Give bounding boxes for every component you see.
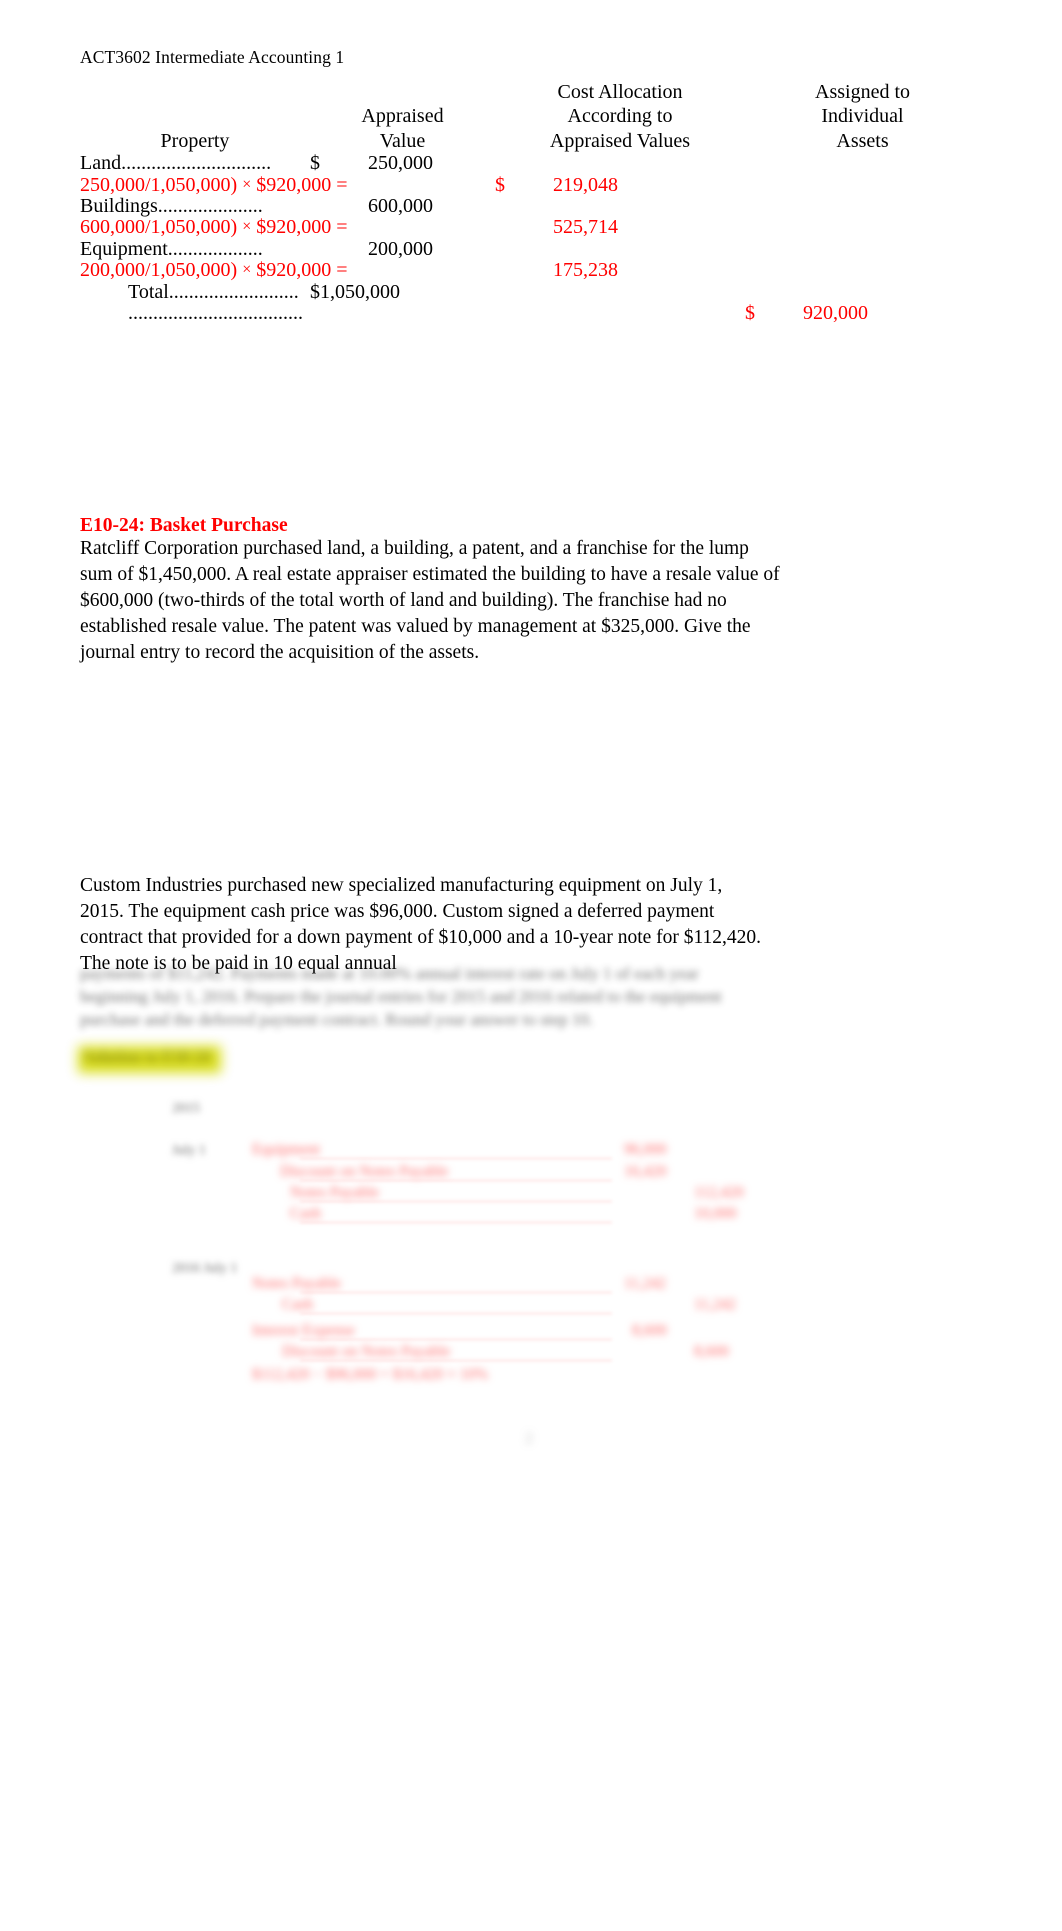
result-sign-land: $ (495, 173, 505, 196)
result-buildings: 525,714 (495, 216, 745, 239)
calc-fraction-equipment: 200,000/1,050,000) (80, 259, 238, 282)
header-assigned-line3: Assets (836, 129, 889, 152)
header-cost-allocation: Cost Allocation According to Appraised V… (495, 80, 745, 153)
second-problem-body: Custom Industries purchased new speciali… (80, 875, 762, 974)
row-label-grand-total: ................................... (128, 301, 303, 324)
header-appraised-line1: Appraised (361, 105, 444, 128)
page-number: 2 (525, 1430, 533, 1447)
header-property: Property (80, 80, 310, 153)
journal-leader-rule (300, 1313, 612, 1314)
header-property-line1: Property (160, 129, 230, 152)
header-assigned-line2: Individual (821, 105, 904, 128)
header-appraised-line2: Value (379, 129, 426, 152)
row-appraised-buildings: 600,000 (310, 194, 495, 217)
result-amount-land: 219,048 (553, 173, 618, 196)
header-cost-line3: Appraised Values (549, 129, 691, 152)
cost-allocation-table: Property Appraised Value Cost Allocation… (80, 80, 980, 324)
document-page: ACT3602 Intermediate Accounting 1 Proper… (0, 0, 1062, 1931)
journal-entry-1-line-1-debit: 96,000 (624, 1141, 667, 1158)
calc-buildings: 600,000/1,050,000) × $920,000 = (80, 217, 495, 238)
result-sign-equipment (495, 260, 553, 281)
multiply-icon: × (242, 218, 252, 236)
journal-entry-2-line-1-debit: 11,242 (624, 1275, 667, 1292)
journal-entry-2-line-3-debit: 8,600 (632, 1322, 667, 1339)
result-amount-buildings: 525,714 (553, 216, 618, 239)
journal-entry-2-line-4-credit: 8,600 (694, 1343, 729, 1360)
row-label-equipment: Equipment................... (80, 237, 263, 260)
result-amount-equipment: 175,238 (553, 259, 618, 282)
dollar-sign-buildings (310, 196, 368, 217)
calc-equipment: 200,000/1,050,000) × $920,000 = (80, 259, 495, 282)
journal-entry-1-line-3-credit: 112,420 (694, 1184, 744, 1201)
table-row: Buildings..................... 600,000 (80, 194, 980, 217)
result-land: $ 219,048 (495, 173, 745, 196)
journal-entry-2-line-2-credit: 11,242 (694, 1296, 737, 1313)
document-running-header: ACT3602 Intermediate Accounting 1 (80, 47, 345, 67)
header-cost-line2: According to (567, 105, 673, 128)
solution-highlight-label: Solution to E10-24 (84, 1049, 211, 1066)
row-appraised-total: $1,050,000 (310, 280, 495, 303)
appraised-amount-equipment: 200,000 (368, 237, 433, 260)
calc-rest-buildings: $920,000 = (256, 216, 348, 239)
grand-total-assigned: $ 920,000 (745, 301, 980, 324)
row-appraised-equipment: 200,000 (310, 237, 495, 260)
calc-rest-equipment: $920,000 = (256, 259, 348, 282)
journal-leader-rule (300, 1360, 612, 1361)
exercise-body: Ratcliff Corporation purchased land, a b… (80, 538, 780, 663)
journal-entry-2-note: $112,420 − $96,000 = $16,420 × 10% (252, 1366, 489, 1383)
table-row-grand-total: ................................... $ 92… (80, 301, 980, 324)
header-assigned-assets: Assigned to Individual Assets (745, 80, 980, 153)
table-row: Equipment................... 200,000 (80, 237, 980, 260)
table-row-calc: 600,000/1,050,000) × $920,000 = 525,714 (80, 216, 980, 239)
journal-entry-1-date: July 1 (172, 1143, 206, 1158)
journal-entry-1-line-4-credit: 10,000 (694, 1205, 737, 1222)
grand-total-amount: 920,000 (803, 301, 868, 324)
dollar-sign-land: $ (310, 152, 320, 175)
journal-leader-rule (300, 1292, 612, 1293)
appraised-amount-buildings: 600,000 (368, 194, 433, 217)
table-header-row: Property Appraised Value Cost Allocation… (80, 80, 980, 153)
row-label-total: Total.......................... (128, 280, 299, 303)
second-problem-blurred-continuation: payments of $11,242. Payments made at 10… (80, 964, 722, 1029)
journal-leader-rule (300, 1158, 612, 1159)
calc-rest-land: $920,000 = (256, 173, 348, 196)
result-sign-buildings (495, 217, 553, 238)
calc-fraction-buildings: 600,000/1,050,000) (80, 216, 238, 239)
table-row-total: Total.......................... $1,050,0… (80, 280, 980, 303)
calc-land: 250,000/1,050,000) × $920,000 = (80, 173, 495, 196)
row-label-buildings: Buildings..................... (80, 194, 263, 217)
journal-year-label: 2015 (172, 1101, 200, 1116)
calc-fraction-land: 250,000/1,050,000) (80, 173, 238, 196)
appraised-amount-land: 250,000 (368, 152, 433, 175)
appraised-amount-total: $1,050,000 (310, 280, 400, 303)
exercise-heading: E10-24: Basket Purchase (80, 515, 288, 536)
header-cost-line1: Cost Allocation (557, 81, 683, 103)
journal-leader-rule (300, 1222, 612, 1223)
multiply-icon: × (242, 175, 252, 193)
grand-total-sign: $ (745, 301, 755, 324)
table-row-calc: 200,000/1,050,000) × $920,000 = 175,238 (80, 259, 980, 282)
multiply-icon: × (242, 261, 252, 279)
table-row: Land.............................. $ 250… (80, 152, 980, 175)
journal-leader-rule (300, 1201, 612, 1202)
journal-entry-1-line-2-debit: 16,420 (624, 1163, 667, 1180)
header-assigned-line1: Assigned to (815, 81, 910, 103)
dollar-sign-equipment (310, 239, 368, 260)
header-appraised-value: Appraised Value (310, 80, 495, 153)
row-label-land: Land.............................. (80, 152, 272, 175)
result-equipment: 175,238 (495, 259, 745, 282)
journal-entry-2-date: 2016 July 1 (172, 1261, 238, 1276)
table-row-calc: 250,000/1,050,000) × $920,000 = $ 219,04… (80, 173, 980, 196)
row-appraised-land: $ 250,000 (310, 152, 495, 175)
